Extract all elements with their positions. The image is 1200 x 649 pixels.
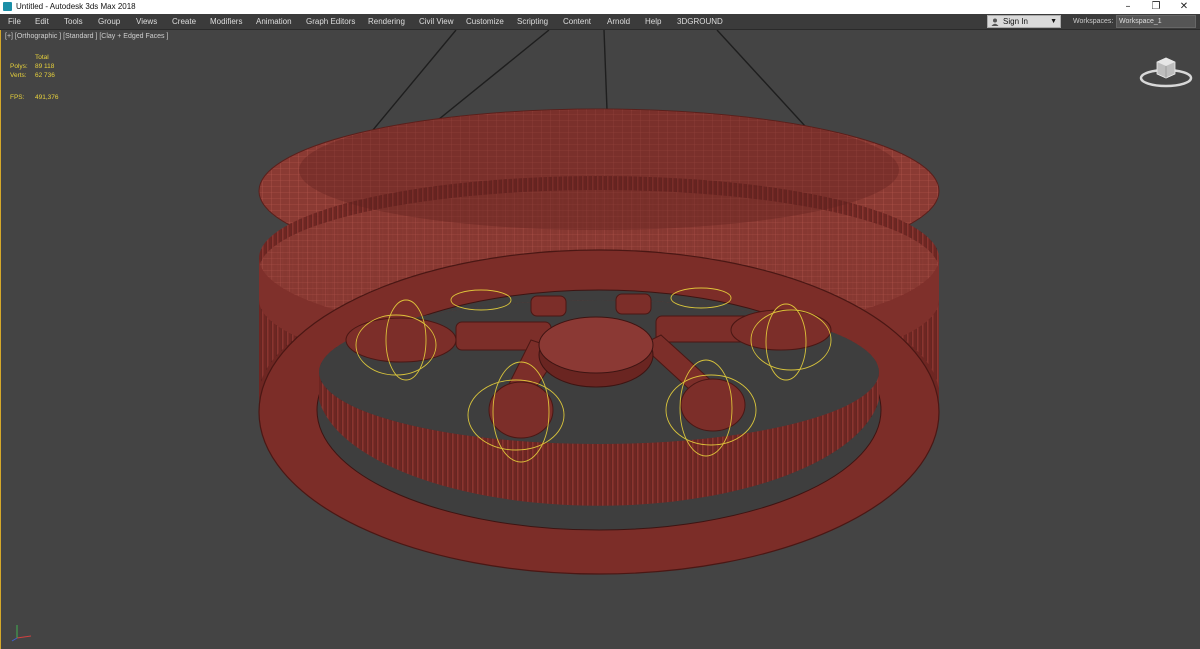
stats-polys: Polys: 89 118 <box>10 63 55 70</box>
maximize-button[interactable]: ❐ <box>1144 0 1168 14</box>
minimize-button[interactable]: – <box>1116 0 1140 14</box>
window-title: Untitled - Autodesk 3ds Max 2018 <box>16 2 136 11</box>
sign-in-button[interactable]: Sign In ▼ <box>987 15 1061 28</box>
menu-animation[interactable]: Animation <box>254 14 294 29</box>
menu-file[interactable]: File <box>6 14 23 29</box>
title-bar: Untitled - Autodesk 3ds Max 2018 – ❐ ✕ <box>0 0 1200 14</box>
menu-modifiers[interactable]: Modifiers <box>208 14 244 29</box>
viewcube-icon[interactable] <box>1139 54 1193 88</box>
menu-content[interactable]: Content <box>561 14 593 29</box>
stats-header: Total <box>35 54 49 61</box>
perspective-viewport[interactable]: [+] [Orthographic ] [Standard ] [Clay + … <box>0 30 1200 649</box>
menu-civil-view[interactable]: Civil View <box>417 14 456 29</box>
stats-verts: Verts: 62 736 <box>10 72 55 79</box>
viewport-label[interactable]: [+] [Orthographic ] [Standard ] [Clay + … <box>5 33 168 40</box>
menu-edit[interactable]: Edit <box>33 14 51 29</box>
menu-graph-editors[interactable]: Graph Editors <box>304 14 357 29</box>
menu-views[interactable]: Views <box>134 14 159 29</box>
menu-customize[interactable]: Customize <box>464 14 506 29</box>
menu-group[interactable]: Group <box>96 14 122 29</box>
sign-in-label: Sign In <box>1003 17 1028 26</box>
menu-help[interactable]: Help <box>643 14 663 29</box>
workspace-select[interactable]: Workspace_1 <box>1116 15 1196 28</box>
workspace-value: Workspace_1 <box>1119 18 1162 25</box>
menu-scripting[interactable]: Scripting <box>515 14 550 29</box>
menu-tools[interactable]: Tools <box>62 14 85 29</box>
user-icon <box>991 18 999 26</box>
menu-rendering[interactable]: Rendering <box>366 14 407 29</box>
menu-arnold[interactable]: Arnold <box>605 14 632 29</box>
stats-fps: FPS: 491,376 <box>10 94 59 101</box>
chevron-down-icon: ▼ <box>1050 18 1057 25</box>
close-button[interactable]: ✕ <box>1172 0 1196 14</box>
axis-tripod-icon <box>11 625 32 642</box>
menu-3dground[interactable]: 3DGROUND <box>675 14 725 29</box>
menu-create[interactable]: Create <box>170 14 198 29</box>
workspaces-label: Workspaces: <box>1073 18 1114 25</box>
chandelier-model <box>258 30 940 575</box>
menu-bar: File Edit Tools Group Views Create Modif… <box>0 14 1200 30</box>
3ds-max-icon <box>3 2 12 11</box>
